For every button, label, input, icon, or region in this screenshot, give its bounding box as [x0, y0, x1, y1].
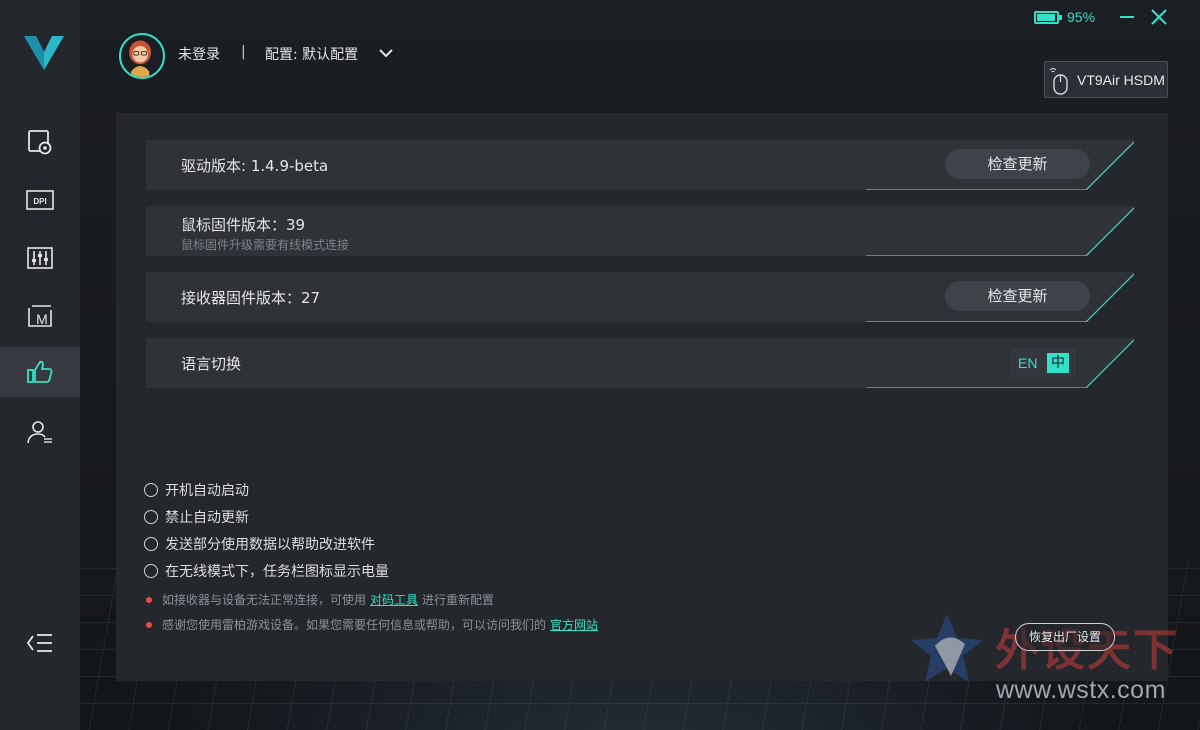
battery-icon [1034, 10, 1062, 24]
screen-settings-icon [28, 130, 52, 155]
brand-logo [24, 36, 64, 70]
option-label: 在无线模式下，任务栏图标显示电量 [165, 564, 389, 580]
receiver-firmware-row: 接收器固件版本：27 检查更新 [146, 272, 1134, 322]
header-separator: | [241, 44, 246, 60]
login-status[interactable]: 未登录 [178, 44, 220, 64]
svg-text:M: M [36, 311, 48, 327]
pairing-note: 如接收器与设备无法正常连接，可使用 对码工具 进行重新配置 [146, 591, 494, 608]
sidebar-item-sliders[interactable] [0, 233, 80, 283]
option-radio[interactable] [144, 483, 158, 497]
pairing-tool-link[interactable]: 对码工具 [370, 591, 418, 608]
driver-version-row: 驱动版本: 1.4.9-beta 检查更新 [146, 140, 1134, 190]
wireless-mouse-icon [1049, 67, 1068, 95]
sliders-icon [27, 247, 53, 269]
sidebar: DPI M [0, 0, 80, 730]
minimize-icon[interactable] [1116, 6, 1138, 28]
official-site-link[interactable]: 官方网站 [550, 616, 598, 633]
option-radio[interactable] [144, 564, 158, 578]
option-label: 禁止自动更新 [165, 510, 249, 526]
language-label: 语言切换 [181, 355, 242, 373]
option-radio[interactable] [144, 537, 158, 551]
mouse-firmware-label: 鼠标固件版本：39 [181, 216, 306, 234]
dpi-icon: DPI [26, 190, 54, 210]
option-disable-auto-update[interactable]: 禁止自动更新 [144, 507, 249, 527]
option-taskbar-battery[interactable]: 在无线模式下，任务栏图标显示电量 [144, 561, 389, 581]
sidebar-item-user-profile[interactable] [0, 407, 80, 457]
driver-version-label: 驱动版本: 1.4.9-beta [181, 157, 329, 175]
thumbs-up-icon [27, 360, 53, 383]
option-radio[interactable] [144, 510, 158, 524]
mouse-firmware-row: 鼠标固件版本：39 鼠标固件升级需要有线模式连接 [146, 206, 1134, 256]
option-label: 开机自动启动 [165, 483, 249, 499]
sidebar-item-dpi[interactable]: DPI [0, 175, 80, 225]
svg-text:DPI: DPI [33, 197, 46, 206]
close-icon[interactable] [1148, 6, 1170, 28]
config-selector-label[interactable]: 配置: 默认配置 [265, 44, 358, 64]
avatar[interactable] [119, 33, 165, 79]
option-auto-start[interactable]: 开机自动启动 [144, 480, 249, 500]
thanks-note: 感谢您使用雷柏游戏设备。如果您需要任何信息或帮助，可以访问我们的 官方网站 [146, 616, 602, 633]
device-name: VT9Air HSDM [1077, 71, 1165, 88]
warning-dot-icon [146, 596, 152, 603]
warning-dot-icon [146, 621, 152, 628]
battery-level-fill [1037, 13, 1056, 21]
option-send-usage-data[interactable]: 发送部分使用数据以帮助改进软件 [144, 534, 375, 554]
factory-reset-button[interactable]: 恢复出厂设置 [1015, 623, 1115, 651]
battery-percent: 95% [1067, 9, 1096, 25]
macro-icon: M [28, 305, 52, 327]
thanks-note-text: 感谢您使用雷柏游戏设备。如果您需要任何信息或帮助，可以访问我们的 [162, 618, 547, 632]
language-row: 语言切换 EN 中 [146, 338, 1134, 388]
language-switch[interactable]: EN 中 [1011, 348, 1076, 378]
check-receiver-update-button[interactable]: 检查更新 [945, 281, 1090, 311]
collapse-menu-icon[interactable] [26, 630, 54, 656]
sidebar-item-macro[interactable]: M [0, 291, 80, 341]
battery-indicator: 95% [1034, 9, 1095, 25]
pairing-note-text-end: 进行重新配置 [422, 593, 495, 607]
sidebar-item-screen-settings[interactable] [0, 117, 80, 167]
user-avatar-icon [129, 40, 152, 77]
sidebar-item-thumbs-up[interactable] [0, 347, 80, 397]
user-profile-icon [27, 421, 52, 444]
pairing-note-text: 如接收器与设备无法正常连接，可使用 [162, 593, 367, 607]
language-option-zh[interactable]: 中 [1047, 353, 1069, 373]
watermark-url: www.wstx.com [996, 676, 1166, 704]
language-option-en[interactable]: EN [1018, 355, 1040, 371]
option-label: 发送部分使用数据以帮助改进软件 [165, 537, 375, 553]
mouse-firmware-hint: 鼠标固件升级需要有线模式连接 [181, 238, 350, 252]
chevron-down-icon[interactable] [378, 45, 394, 61]
receiver-firmware-label: 接收器固件版本：27 [181, 289, 321, 307]
row-background [146, 338, 1134, 388]
check-driver-update-button[interactable]: 检查更新 [945, 149, 1090, 179]
device-badge[interactable]: VT9Air HSDM [1044, 61, 1168, 98]
